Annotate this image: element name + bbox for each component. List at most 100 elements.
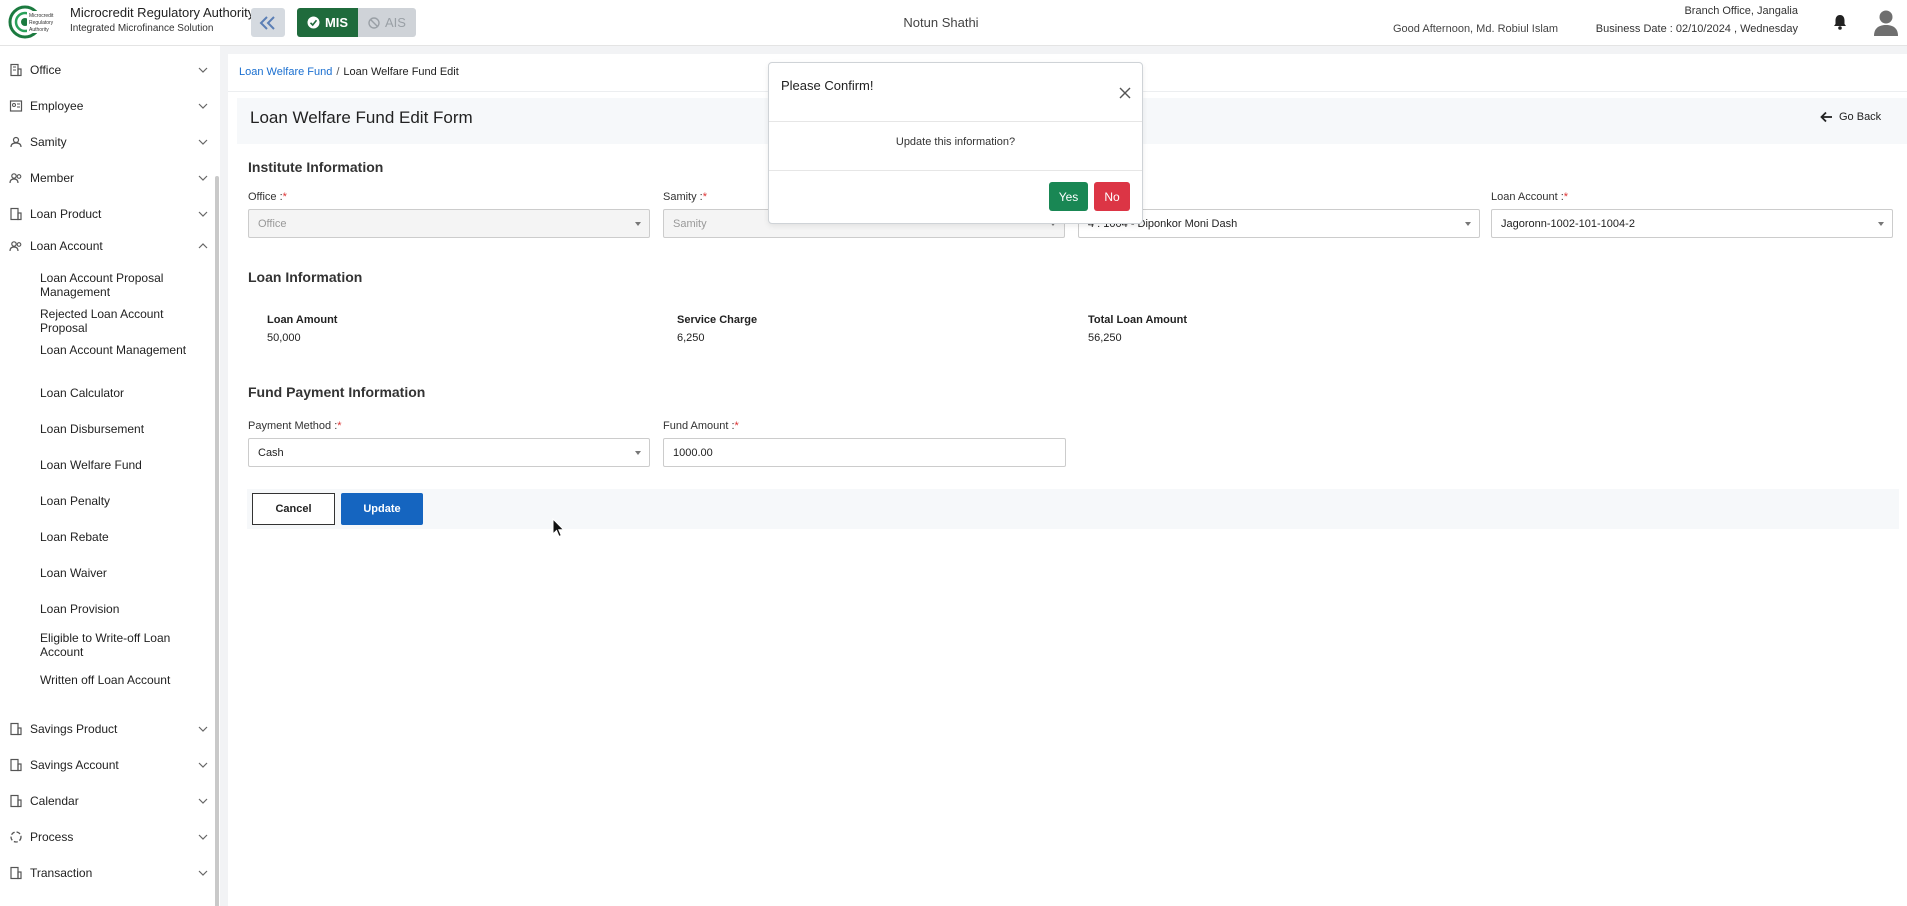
sidebar-item-transaction[interactable]: Transaction bbox=[0, 860, 213, 886]
samity-placeholder: Samity bbox=[673, 218, 707, 230]
ais-toggle[interactable]: AIS bbox=[358, 8, 416, 37]
mis-label: MIS bbox=[324, 15, 349, 30]
ban-icon bbox=[368, 16, 380, 29]
samity-label-text: Samity : bbox=[663, 191, 703, 203]
dialog-divider bbox=[769, 170, 1142, 171]
breadcrumb: Loan Welfare Fund / Loan Welfare Fund Edit bbox=[239, 66, 459, 78]
sidebar-subitem-eligible-to-write-off[interactable]: Eligible to Write-off Loan Account bbox=[40, 631, 210, 659]
no-button[interactable]: No bbox=[1094, 182, 1130, 211]
building-icon bbox=[10, 758, 22, 772]
sidebar-subitem-rejected-loan-account-proposal[interactable]: Rejected Loan Account Proposal bbox=[40, 307, 210, 335]
bell-icon[interactable] bbox=[1831, 13, 1849, 31]
sidebar-subitem-loan-rebate[interactable]: Loan Rebate bbox=[40, 530, 210, 544]
breadcrumb-current: Loan Welfare Fund Edit bbox=[343, 66, 459, 78]
sidebar-subitem-loan-provision[interactable]: Loan Provision bbox=[40, 602, 210, 616]
check-circle-icon bbox=[307, 16, 320, 29]
section-title-fund-payment: Fund Payment Information bbox=[248, 384, 426, 400]
sidebar-subitem-loan-account-proposal-management[interactable]: Loan Account Proposal Management bbox=[40, 271, 210, 299]
caret-down-icon bbox=[1465, 222, 1471, 226]
payment-method-value: Cash bbox=[258, 447, 284, 459]
required-mark: * bbox=[1563, 191, 1569, 203]
mis-toggle[interactable]: MIS bbox=[297, 8, 358, 37]
building-icon bbox=[10, 722, 22, 736]
top-bar: Microcredit Regulatory Authority Microcr… bbox=[0, 0, 1907, 46]
cancel-button[interactable]: Cancel bbox=[252, 493, 335, 525]
fund-amount-label-text: Fund Amount : bbox=[663, 420, 735, 432]
total-loan-amount-value: 56,250 bbox=[1088, 332, 1122, 344]
close-icon[interactable] bbox=[1118, 86, 1132, 100]
chevron-up-icon bbox=[198, 243, 208, 249]
sidebar-item-loan-product[interactable]: Loan Product bbox=[0, 201, 213, 227]
building-icon bbox=[10, 207, 22, 221]
branch-name: Branch Office, Jangalia bbox=[1684, 5, 1798, 17]
sidebar-item-savings-account[interactable]: Savings Account bbox=[0, 752, 213, 778]
samity-label: Samity :* bbox=[663, 191, 707, 203]
dialog-divider bbox=[769, 121, 1142, 122]
go-back-button[interactable]: Go Back bbox=[1820, 111, 1881, 123]
sidebar-item-label: Member bbox=[30, 171, 75, 185]
sidebar-item-employee[interactable]: Employee bbox=[0, 93, 213, 119]
sidebar-item-loan-account[interactable]: Loan Account bbox=[0, 233, 213, 259]
module-switch: MIS AIS bbox=[297, 8, 416, 37]
caret-down-icon bbox=[1878, 222, 1884, 226]
user-avatar-icon[interactable] bbox=[1873, 9, 1899, 37]
loan-account-value: Jagoronn-1002-101-1004-2 bbox=[1501, 218, 1635, 230]
sidebar-subitem-written-off-loan-account[interactable]: Written off Loan Account bbox=[40, 673, 210, 687]
sidebar-item-process[interactable]: Process bbox=[0, 824, 213, 850]
sidebar-item-savings-product[interactable]: Savings Product bbox=[0, 716, 213, 742]
collapse-sidebar-button[interactable] bbox=[251, 8, 285, 37]
sidebar-subitem-loan-account-management[interactable]: Loan Account Management bbox=[40, 343, 210, 357]
breadcrumb-link-loan-welfare-fund[interactable]: Loan Welfare Fund bbox=[239, 66, 332, 78]
greeting-text: Good Afternoon, Md. Robiul Islam bbox=[1393, 23, 1559, 35]
loan-account-select[interactable]: Jagoronn-1002-101-1004-2 bbox=[1491, 209, 1893, 238]
update-button[interactable]: Update bbox=[341, 493, 423, 525]
sidebar-item-label: Savings Account bbox=[30, 758, 119, 772]
form-actions-bar bbox=[247, 489, 1899, 529]
office-label: Office :* bbox=[248, 191, 287, 203]
loan-account-label: Loan Account :* bbox=[1491, 191, 1568, 203]
section-title-loan: Loan Information bbox=[248, 269, 363, 285]
required-mark: * bbox=[734, 420, 739, 432]
yes-button[interactable]: Yes bbox=[1049, 182, 1088, 211]
chevron-down-icon bbox=[198, 798, 208, 804]
sidebar-scrollbar[interactable] bbox=[215, 176, 219, 906]
chevron-down-icon bbox=[198, 211, 208, 217]
sidebar-subitem-loan-calculator[interactable]: Loan Calculator bbox=[40, 386, 210, 400]
required-mark: * bbox=[702, 191, 708, 203]
sidebar-item-label: Loan Account bbox=[30, 239, 103, 253]
users-icon bbox=[9, 173, 22, 184]
service-charge-label: Service Charge bbox=[677, 314, 758, 326]
sidebar-subitem-loan-welfare-fund[interactable]: Loan Welfare Fund bbox=[40, 458, 210, 472]
breadcrumb-separator: / bbox=[336, 66, 340, 78]
confirm-dialog: Please Confirm! Update this information?… bbox=[768, 62, 1143, 224]
users-icon bbox=[9, 241, 22, 252]
chevron-down-icon bbox=[198, 834, 208, 840]
sidebar-subitem-loan-disbursement[interactable]: Loan Disbursement bbox=[40, 422, 210, 436]
office-label-text: Office : bbox=[248, 191, 283, 203]
service-charge-value: 6,250 bbox=[677, 332, 705, 344]
office-select[interactable]: Office bbox=[248, 209, 650, 238]
sidebar-item-samity[interactable]: Samity bbox=[0, 129, 213, 155]
svg-text:Authority: Authority bbox=[29, 27, 49, 33]
chevron-down-icon bbox=[198, 870, 208, 876]
caret-down-icon bbox=[635, 222, 641, 226]
sidebar-item-office[interactable]: Office bbox=[0, 57, 213, 83]
brand-title: Microcredit Regulatory Authority bbox=[70, 5, 255, 20]
brand-subtitle: Integrated Microfinance Solution bbox=[70, 23, 214, 34]
double-chevron-left-icon bbox=[259, 15, 275, 30]
sidebar-item-label: Office bbox=[30, 63, 62, 77]
chevron-down-icon bbox=[198, 762, 208, 768]
sidebar-subitem-loan-penalty[interactable]: Loan Penalty bbox=[40, 494, 210, 508]
id-card-icon bbox=[9, 100, 23, 112]
sidebar: Office Employee Samity Member Loan Produ… bbox=[0, 46, 220, 906]
chevron-down-icon bbox=[198, 726, 208, 732]
page-title: Loan Welfare Fund Edit Form bbox=[250, 108, 473, 127]
payment-method-select[interactable]: Cash bbox=[248, 438, 650, 467]
sidebar-subitem-loan-waiver[interactable]: Loan Waiver bbox=[40, 566, 210, 580]
sidebar-item-calendar[interactable]: Calendar bbox=[0, 788, 213, 814]
fund-amount-input[interactable]: 1000.00 bbox=[663, 438, 1066, 467]
loan-account-label-text: Loan Account : bbox=[1491, 191, 1564, 203]
fund-amount-label: Fund Amount :* bbox=[663, 420, 739, 432]
sidebar-item-member[interactable]: Member bbox=[0, 165, 213, 191]
chevron-down-icon bbox=[198, 175, 208, 181]
